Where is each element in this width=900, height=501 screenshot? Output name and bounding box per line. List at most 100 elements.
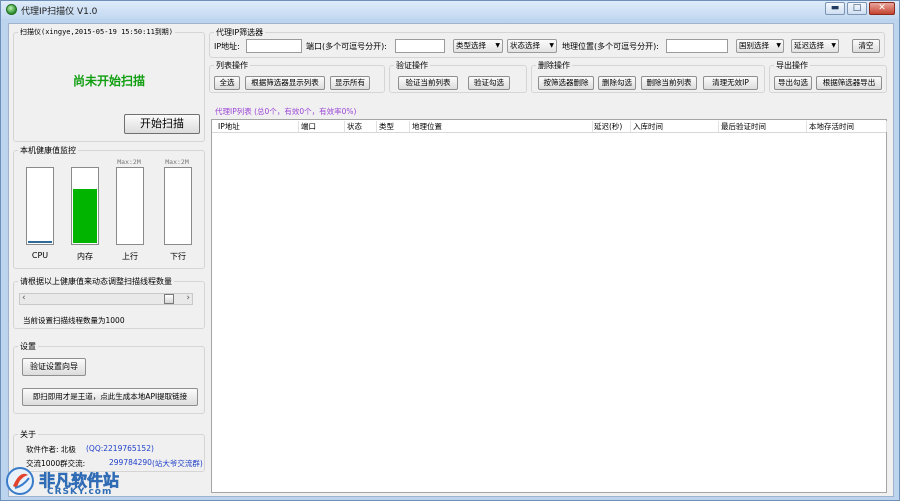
watermark-logo-icon bbox=[6, 467, 34, 495]
proxy-filter-group: 代理IP筛选器 IP地址: 端口(多个可逗号分开): 类型选择 ▼ 状态选择 ▼ 地… bbox=[209, 27, 885, 58]
thread-count-slider[interactable]: ‹ › bbox=[19, 293, 193, 305]
thread-count-title: 请根据以上健康值来动态调整扫描线程数量 bbox=[18, 276, 174, 287]
column-divider bbox=[806, 121, 807, 132]
status-select[interactable]: 状态选择 ▼ bbox=[507, 39, 557, 53]
cpu-meter bbox=[26, 167, 54, 245]
port-input[interactable] bbox=[395, 39, 445, 53]
memory-meter: 71% bbox=[71, 167, 99, 245]
ip-address-input[interactable] bbox=[246, 39, 302, 53]
settings-title: 设置 bbox=[18, 341, 38, 352]
minimize-button[interactable]: ▬ bbox=[825, 2, 845, 15]
column-header-last-verified[interactable]: 最后验证时间 bbox=[721, 121, 766, 132]
column-divider bbox=[409, 121, 410, 132]
column-divider bbox=[344, 121, 345, 132]
thread-count-text: 当前设置扫描线程数量为1000 bbox=[23, 316, 125, 325]
column-divider bbox=[298, 121, 299, 132]
column-header-status[interactable]: 状态 bbox=[347, 121, 362, 132]
verify-checked-button[interactable]: 验证勾选 bbox=[468, 76, 510, 90]
proxy-list-table[interactable]: IP地址 端口 状态 类型 地理位置 延迟(秒) 入库时间 最后验证时间 本地存… bbox=[211, 119, 887, 493]
country-select[interactable]: 国别选择 ▼ bbox=[736, 39, 784, 53]
memory-meter-label: 内存 bbox=[77, 252, 93, 261]
window-title: 代理IP扫描仪 V1.0 bbox=[21, 7, 98, 17]
type-select[interactable]: 类型选择 ▼ bbox=[453, 39, 503, 53]
column-header-latency[interactable]: 延迟(秒) bbox=[594, 121, 622, 132]
memory-meter-percent: 71% bbox=[76, 170, 94, 179]
scan-status-text: 尚未开始扫描 bbox=[72, 74, 145, 88]
app-globe-icon bbox=[6, 4, 17, 15]
download-meter-label: 下行 bbox=[170, 252, 186, 261]
close-button[interactable]: ✕ bbox=[869, 2, 895, 15]
author-qq-link[interactable]: (QQ:2219765152) bbox=[86, 444, 154, 453]
chevron-down-icon: ▼ bbox=[831, 42, 836, 49]
export-by-filter-button[interactable]: 根据筛选器导出 bbox=[816, 76, 882, 90]
client-area: 扫描仪(xingye,2015-05-19 15:50:11到期) 尚未开始扫描… bbox=[8, 23, 894, 497]
cpu-meter-label: CPU bbox=[31, 251, 49, 260]
column-divider bbox=[592, 121, 593, 132]
start-scan-button[interactable]: 开始扫描 bbox=[124, 114, 200, 134]
slider-thumb[interactable] bbox=[164, 294, 174, 304]
list-operations-group: 列表操作 全选 根据筛选器显示列表 显示所有 bbox=[209, 60, 385, 93]
delete-operations-title: 删除操作 bbox=[536, 60, 572, 71]
memory-meter-fill bbox=[73, 189, 97, 243]
health-monitor-title: 本机健康值监控 bbox=[18, 145, 78, 156]
clear-invalid-ip-button[interactable]: 清理无效IP bbox=[703, 76, 758, 90]
geo-location-input[interactable] bbox=[666, 39, 728, 53]
title-bar[interactable]: 代理IP扫描仪 V1.0 ▬ □ ✕ bbox=[1, 1, 899, 19]
verify-operations-group: 验证操作 验证当前列表 验证勾选 bbox=[389, 60, 527, 93]
about-title: 关于 bbox=[18, 429, 38, 440]
meter-max-label: Max:2M bbox=[117, 158, 141, 166]
ip-label: IP地址: bbox=[214, 42, 240, 51]
export-checked-button[interactable]: 导出勾选 bbox=[774, 76, 812, 90]
geo-label: 地理位置(多个可逗号分开): bbox=[562, 42, 659, 51]
export-operations-group: 导出操作 导出勾选 根据筛选器导出 bbox=[769, 60, 887, 93]
column-header-ip[interactable]: IP地址 bbox=[218, 121, 240, 132]
scanner-group-title: 扫描仪(xingye,2015-05-19 15:50:11到期) bbox=[18, 27, 176, 37]
meter-max-label: Max:2M bbox=[165, 158, 189, 166]
column-header-added-time[interactable]: 入库时间 bbox=[633, 121, 663, 132]
column-header-alive-time[interactable]: 本地存活时间 bbox=[809, 121, 854, 132]
show-by-filter-button[interactable]: 根据筛选器显示列表 bbox=[245, 76, 325, 90]
show-all-button[interactable]: 显示所有 bbox=[330, 76, 370, 90]
group-name-link[interactable]: (站大爷交流群) bbox=[152, 458, 203, 469]
column-divider bbox=[718, 121, 719, 132]
app-window: 代理IP扫描仪 V1.0 ▬ □ ✕ 扫描仪(xingye,2015-05-19… bbox=[0, 0, 900, 501]
scanner-group: 扫描仪(xingye,2015-05-19 15:50:11到期) 尚未开始扫描… bbox=[13, 27, 205, 142]
slider-right-arrow-icon[interactable]: › bbox=[186, 293, 190, 303]
select-all-button[interactable]: 全选 bbox=[214, 76, 240, 90]
column-header-type[interactable]: 类型 bbox=[379, 121, 394, 132]
export-operations-title: 导出操作 bbox=[774, 60, 810, 71]
delete-checked-button[interactable]: 删除勾选 bbox=[598, 76, 636, 90]
health-monitor-group: 本机健康值监控 CPU 71% 内存 Max:2M 上行 Max:2M 下行 bbox=[13, 145, 205, 269]
status-select-value: 状态选择 bbox=[510, 41, 540, 50]
generate-api-link-button[interactable]: 即扫即用才是王道，点此生成本地API提取链接 bbox=[22, 388, 198, 406]
verify-list-button[interactable]: 验证当前列表 bbox=[398, 76, 458, 90]
clear-filter-button[interactable]: 清空 bbox=[852, 39, 880, 53]
watermark-subtext: CRSKY.com bbox=[47, 487, 113, 497]
site-watermark-logo: 非凡软件站 CRSKY.com bbox=[5, 463, 135, 500]
port-label: 端口(多个可逗号分开): bbox=[306, 42, 387, 51]
author-label: 软件作者: 北极 bbox=[26, 445, 76, 454]
column-header-location[interactable]: 地理位置 bbox=[412, 121, 442, 132]
verify-operations-title: 验证操作 bbox=[394, 60, 430, 71]
slider-left-arrow-icon[interactable]: ‹ bbox=[22, 293, 26, 303]
list-operations-title: 列表操作 bbox=[214, 60, 250, 71]
delete-by-filter-button[interactable]: 按筛选器删除 bbox=[538, 76, 594, 90]
delete-list-button[interactable]: 删除当前列表 bbox=[641, 76, 697, 90]
upload-meter-label: 上行 bbox=[122, 252, 138, 261]
cpu-meter-fill bbox=[28, 241, 52, 243]
proxy-filter-title: 代理IP筛选器 bbox=[214, 27, 266, 38]
chevron-down-icon: ▼ bbox=[549, 42, 554, 49]
country-select-value: 国别选择 bbox=[739, 41, 769, 50]
proxy-list-summary: 代理IP列表 (总0个，有效0个，有效率0%) bbox=[215, 107, 357, 116]
latency-select[interactable]: 延迟选择 ▼ bbox=[791, 39, 839, 53]
column-divider bbox=[886, 121, 887, 132]
verify-wizard-button[interactable]: 验证设置向导 bbox=[22, 358, 86, 376]
maximize-button[interactable]: □ bbox=[847, 2, 867, 15]
column-header-port[interactable]: 端口 bbox=[301, 121, 316, 132]
latency-select-value: 延迟选择 bbox=[794, 41, 824, 50]
column-divider bbox=[630, 121, 631, 132]
upload-meter bbox=[116, 167, 144, 245]
column-divider bbox=[376, 121, 377, 132]
chevron-down-icon: ▼ bbox=[776, 42, 781, 49]
type-select-value: 类型选择 bbox=[456, 41, 486, 50]
